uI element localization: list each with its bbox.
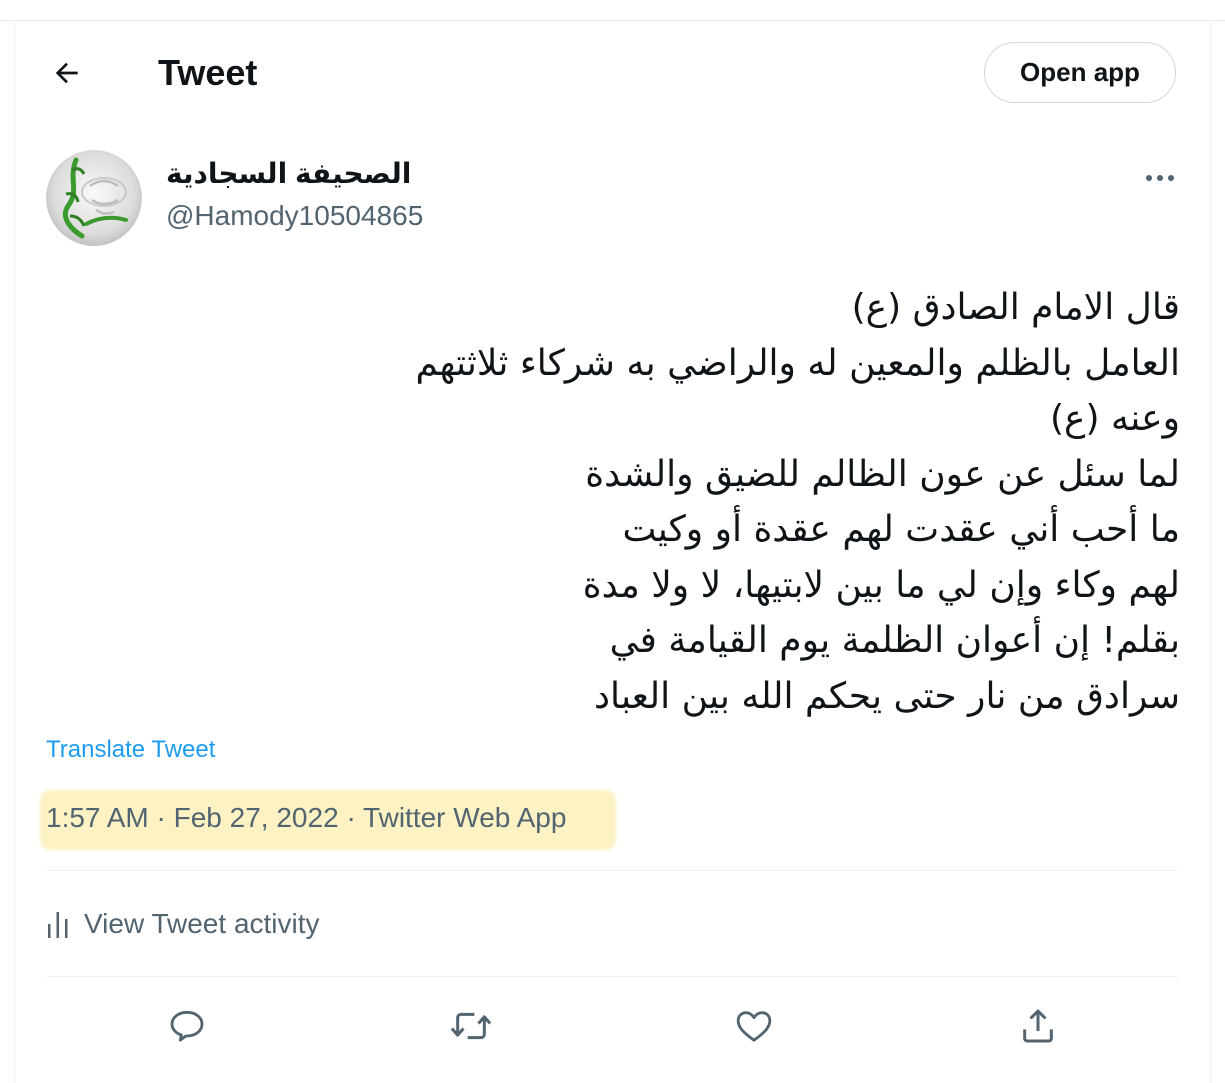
meta-separator: · (346, 802, 356, 833)
view-tweet-activity-button[interactable]: View Tweet activity (46, 892, 320, 956)
reply-icon (170, 1010, 204, 1042)
meta-separator: · (156, 802, 166, 833)
more-dots-icon (1146, 175, 1174, 181)
tweet-line: ما أحب أني عقدت لهم عقدة أو وكيت (622, 509, 1180, 550)
tweet-page: Tweet Open app الصحيفة السجادية @Hamody1… (0, 0, 1225, 1083)
tweet-source[interactable]: Twitter Web App (363, 802, 566, 833)
back-button[interactable] (45, 51, 89, 95)
avatar-image (46, 150, 142, 246)
tweet-line: سرادق من نار حتى يحكم الله بين العباد (593, 675, 1180, 717)
tweet-line: لما سئل عن عون الظالم للضيق والشدة (585, 453, 1180, 495)
translate-tweet-link[interactable]: Translate Tweet (46, 733, 215, 767)
tweet-text: قال الامام الصادق (ع) العامل بالظلم والم… (300, 280, 1180, 724)
tweet-line: العامل بالظلم والمعين له والراضي به شركا… (415, 342, 1180, 384)
tweet-line: قال الامام الصادق (ع) (851, 287, 1180, 328)
author-display-name[interactable]: الصحيفة السجادية (166, 154, 411, 194)
retweet-button[interactable] (447, 1002, 495, 1050)
left-border (14, 20, 15, 1083)
like-button[interactable] (730, 1002, 778, 1050)
tweet-date[interactable]: Feb 27, 2022 (174, 802, 339, 833)
right-border (1210, 20, 1211, 1083)
tweet-meta: 1:57 AM · Feb 27, 2022 · Twitter Web App (46, 800, 566, 836)
arrow-left-icon (55, 62, 78, 84)
analytics-icon (48, 912, 68, 938)
share-icon (1023, 1009, 1053, 1043)
divider (46, 870, 1179, 871)
view-tweet-activity-label: View Tweet activity (84, 908, 320, 939)
more-options-button[interactable] (1136, 158, 1184, 198)
divider (46, 976, 1179, 977)
retweet-icon (450, 1012, 492, 1040)
author-handle[interactable]: @Hamody10504865 (166, 198, 423, 234)
avatar[interactable] (46, 150, 142, 246)
tweet-line: لهم وكاء وإن لي ما بين لابتيها، لا ولا م… (582, 564, 1180, 606)
tweet-line: بقلم! إن أعوان الظلمة يوم القيامة في (609, 620, 1180, 661)
page-title: Tweet (158, 52, 258, 93)
open-app-button[interactable]: Open app (984, 42, 1176, 103)
header-bar: Tweet Open app (15, 21, 1210, 125)
tweet-line: وعنه (ع) (1049, 398, 1180, 439)
tweet-time[interactable]: 1:57 AM (46, 802, 149, 833)
share-button[interactable] (1014, 1002, 1062, 1050)
like-icon (736, 1011, 772, 1042)
reply-button[interactable] (163, 1002, 211, 1050)
